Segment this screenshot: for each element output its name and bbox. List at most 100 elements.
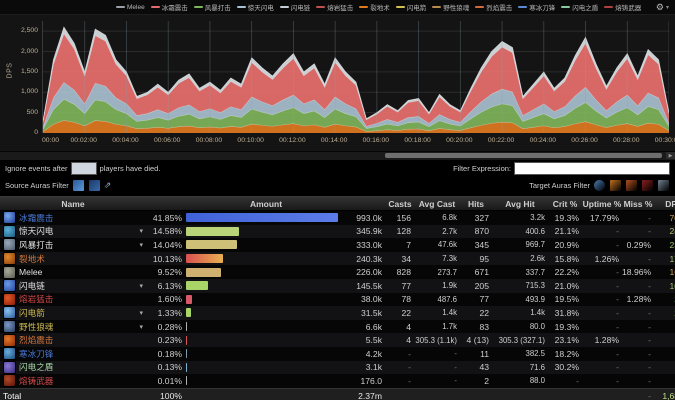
- column-header-Casts[interactable]: Casts: [386, 199, 414, 209]
- uptime-pct-cell: -: [582, 308, 622, 318]
- table-row[interactable]: 冰霜震击41.85%993.0k1566.8k3273.2k19.3%17.79…: [0, 211, 675, 225]
- legend-item[interactable]: 冰霜震击: [151, 2, 188, 12]
- ability-name: 烈焰震击: [19, 334, 53, 346]
- legend-item[interactable]: 闪电箭: [396, 2, 427, 12]
- hits-cell: 345: [460, 240, 492, 250]
- ability-icon: [3, 306, 16, 319]
- table-row[interactable]: 惊天闪电▾14.58%345.9k1282.7k870400.621.1%--2…: [0, 225, 675, 239]
- filter-bar: Ignore events after players have died. F…: [0, 160, 675, 196]
- column-header-Avg Cast[interactable]: Avg Cast: [414, 199, 460, 209]
- swap-arrow-icon[interactable]: ⇗: [104, 181, 112, 190]
- dps-cell: 160.2: [654, 267, 675, 277]
- ability-name-cell: 闪电之盾: [0, 361, 146, 374]
- column-header-Uptime %[interactable]: Uptime %: [582, 199, 622, 209]
- avg-cast-cell: -: [414, 363, 460, 372]
- legend-item[interactable]: 闪电链: [280, 2, 311, 12]
- legend-item[interactable]: Melee: [116, 4, 145, 11]
- casts-cell: 7: [386, 240, 414, 250]
- hits-cell: 327: [460, 213, 492, 223]
- ability-icon: [3, 334, 16, 347]
- amount-bar: [186, 336, 187, 345]
- amount-cell: 0.18%4.2k: [146, 349, 386, 359]
- crit-pct-cell: 21.1%: [548, 226, 582, 236]
- avg-cast-cell: 6.8k: [414, 213, 460, 222]
- amount-cell: 1.33%31.5k: [146, 308, 386, 318]
- table-row[interactable]: 熔铸武器0.01%176.0--288.0---0.1+: [0, 374, 675, 388]
- legend-item[interactable]: 寒冰刀锋: [518, 2, 555, 12]
- table-row[interactable]: 闪电之盾0.13%3.1k--4371.630.2%--2.2+: [0, 361, 675, 375]
- amount-bar-track: [186, 295, 338, 304]
- amount-bar-track: [186, 227, 338, 236]
- chart-scrollbar[interactable]: ▶: [0, 151, 675, 160]
- total-row[interactable]: Total100%2.37m-1,681.9+: [0, 388, 675, 400]
- dps-cell: 27.0: [654, 294, 675, 304]
- ability-name-cell: 熔岩猛击: [0, 293, 146, 306]
- legend-item-label: 冰霜震击: [162, 2, 188, 12]
- table-row[interactable]: 寒冰刀锋0.18%4.2k--11382.518.2%--3.0+: [0, 347, 675, 361]
- target-aura-icon[interactable]: [609, 179, 622, 192]
- amount-percent: 9.52%: [146, 267, 186, 277]
- ability-icon: [3, 252, 16, 265]
- filter-expression-input[interactable]: [514, 162, 670, 175]
- legend-item[interactable]: 烈焰震击: [475, 2, 512, 12]
- column-header-Crit %[interactable]: Crit %: [548, 199, 582, 209]
- table-row[interactable]: 风暴打击▾14.04%333.0k747.6k345969.720.9%-0.2…: [0, 238, 675, 252]
- ability-name: 寒冰刀锋: [19, 348, 53, 360]
- legend-item[interactable]: 风暴打击: [194, 2, 231, 12]
- x-tick-label: 00:18:00: [404, 137, 430, 144]
- table-row[interactable]: 闪电箭▾1.33%31.5k221.4k221.4k31.8%--22.3+: [0, 306, 675, 320]
- column-header-Avg Hit[interactable]: Avg Hit: [492, 199, 548, 209]
- legend-item[interactable]: 裂地术: [359, 2, 390, 12]
- table-row[interactable]: 裂地术10.13%240.3k347.3k952.6k15.8%1.26%-17…: [0, 252, 675, 266]
- ignore-deaths-input[interactable]: [71, 162, 97, 175]
- dps-chart: DPS 05001,0001,5002,0002,500 00:0000:02:…: [0, 14, 675, 151]
- legend-item[interactable]: 野性狼魂: [432, 2, 469, 12]
- uptime-pct-cell: -: [582, 226, 622, 236]
- column-header-DPS[interactable]: DPS: [654, 199, 675, 209]
- miss-pct-cell: -: [622, 335, 654, 345]
- x-tick-label: 00:08:00: [196, 137, 222, 144]
- table-row[interactable]: 熔岩猛击1.60%38.0k78487.677493.919.5%-1.28%2…: [0, 293, 675, 307]
- chevron-down-icon: ▾: [666, 4, 669, 11]
- amount-value: 4.2k: [338, 349, 386, 359]
- legend-swatch: [280, 6, 289, 8]
- legend-item-label: Melee: [127, 4, 145, 11]
- legend-item[interactable]: 熔铸武器: [604, 2, 641, 12]
- amount-percent: 10.13%: [146, 254, 186, 264]
- amount-cell: 10.13%240.3k: [146, 254, 386, 264]
- source-aura-icon[interactable]: [88, 179, 101, 192]
- table-row[interactable]: Melee9.52%226.0k828273.7671337.722.2%-18…: [0, 265, 675, 279]
- target-aura-icon[interactable]: [641, 179, 654, 192]
- column-header-Miss %[interactable]: Miss %: [622, 199, 654, 209]
- target-aura-icon[interactable]: [625, 179, 638, 192]
- casts-cell: 77: [386, 281, 414, 291]
- table-row[interactable]: 闪电链▾6.13%145.5k771.9k205715.321.0%--103.…: [0, 279, 675, 293]
- amount-value: 345.9k: [338, 226, 386, 236]
- ability-name: Melee: [19, 267, 42, 277]
- avg-hit-cell: 382.5: [492, 349, 548, 358]
- chart-canvas[interactable]: [43, 21, 669, 133]
- casts-cell: 78: [386, 294, 414, 304]
- stacked-area-plot[interactable]: [42, 21, 669, 133]
- legend-item[interactable]: 惊天闪电: [237, 2, 274, 12]
- avg-cast-cell: 2.7k: [414, 227, 460, 236]
- amount-bar-track: [186, 240, 338, 249]
- column-header-Name[interactable]: Name: [0, 199, 146, 209]
- target-auras-filter-label: Target Auras Filter: [529, 181, 590, 190]
- scrollbar-thumb[interactable]: [385, 153, 662, 158]
- uptime-pct-cell: 1.26%: [582, 254, 622, 264]
- column-header-Amount[interactable]: Amount: [146, 199, 386, 209]
- legend-item-label: 裂地术: [370, 2, 390, 12]
- column-header-Hits[interactable]: Hits: [460, 199, 492, 209]
- table-row[interactable]: 野性狼魂▾0.28%6.6k41.7k8380.019.3%--4.7+: [0, 320, 675, 334]
- legend-item[interactable]: 熔岩猛击: [316, 2, 353, 12]
- table-row[interactable]: 烈焰震击0.23%5.5k4305.3 (1.1k)4 (13)305.3 (3…: [0, 333, 675, 347]
- ability-name-cell: 冰霜震击: [0, 211, 146, 224]
- source-aura-icon[interactable]: [72, 179, 85, 192]
- legend-item[interactable]: 闪电之盾: [561, 2, 598, 12]
- chart-settings-button[interactable]: ⚙ ▾: [656, 0, 669, 14]
- target-aura-icon[interactable]: [657, 179, 670, 192]
- target-aura-icon[interactable]: [593, 179, 606, 192]
- scroll-right-button[interactable]: ▶: [666, 152, 675, 159]
- amount-percent: 14.58%: [146, 226, 186, 236]
